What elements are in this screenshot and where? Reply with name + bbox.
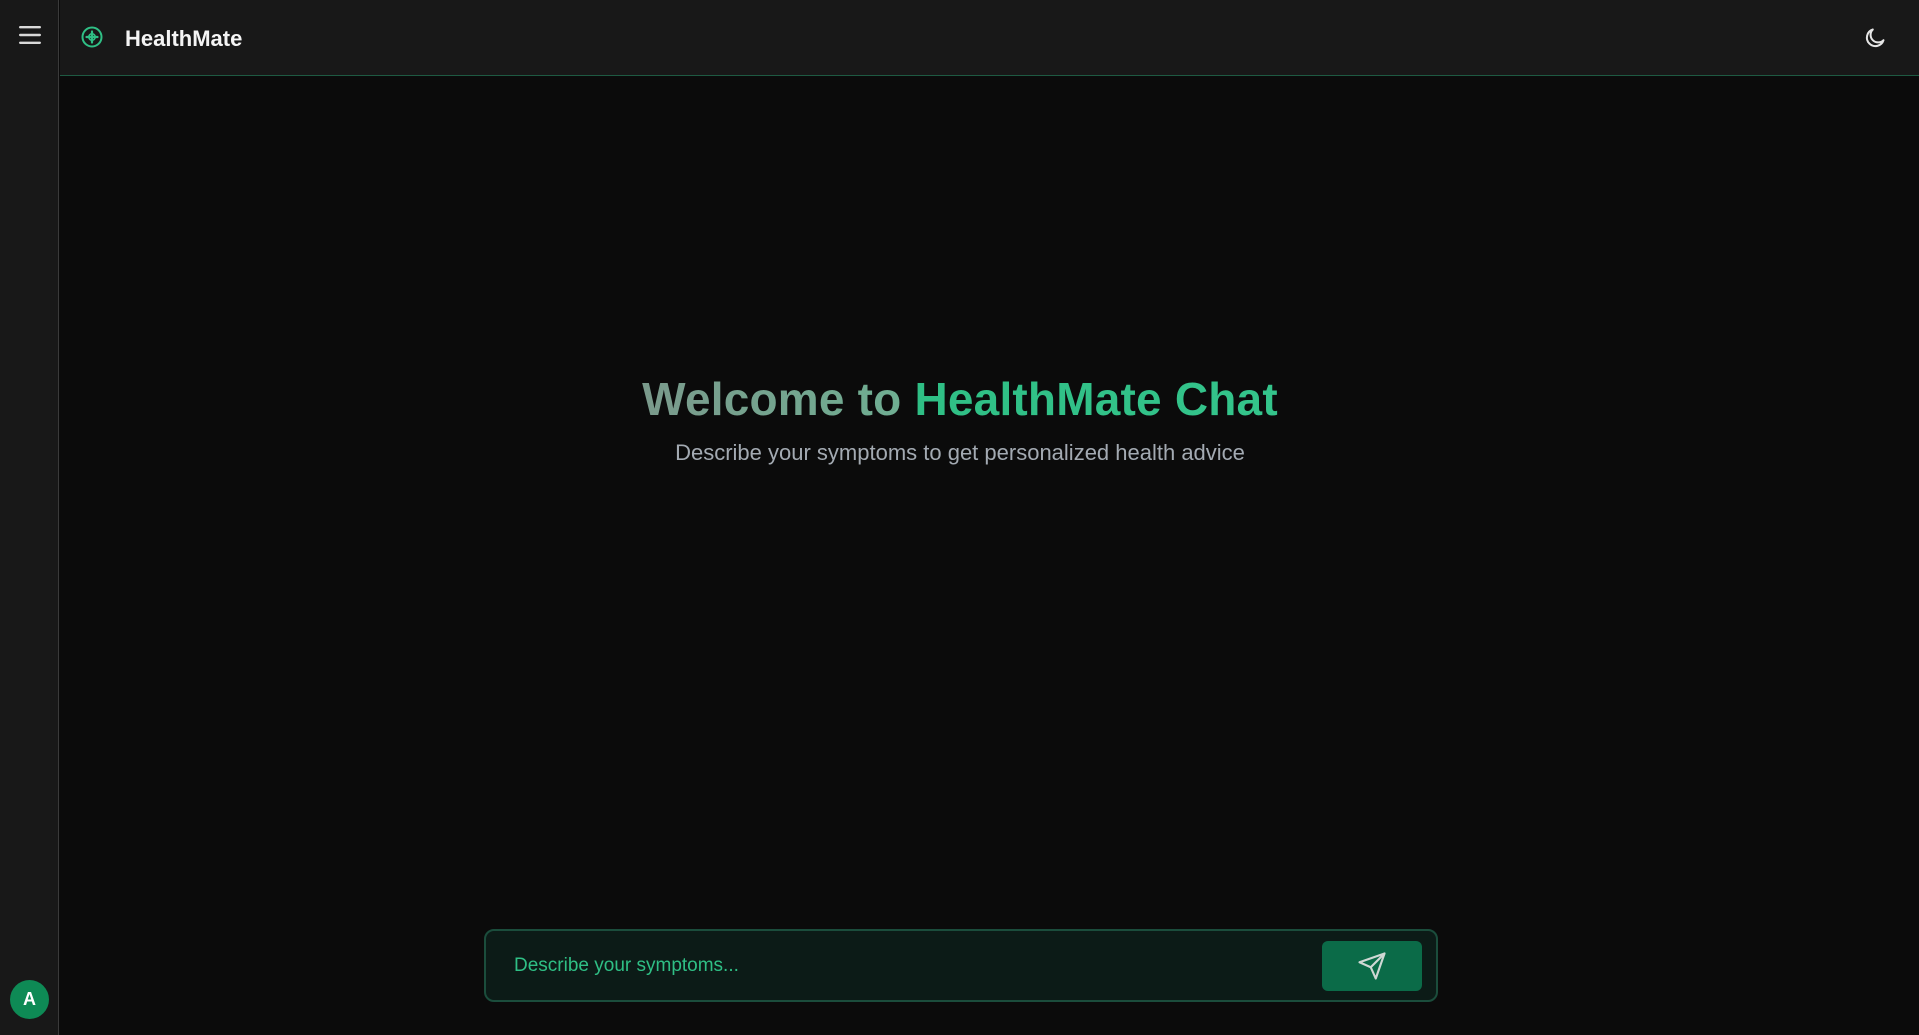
top-header: HealthMate	[60, 0, 1919, 76]
welcome-section: Welcome to HealthMate Chat Describe your…	[60, 372, 1860, 466]
user-avatar[interactable]: A	[10, 980, 49, 1019]
symptoms-input[interactable]	[500, 941, 1280, 991]
send-button[interactable]	[1322, 941, 1422, 991]
sidebar: A	[0, 0, 59, 1035]
hamburger-menu-icon	[19, 26, 41, 44]
paper-plane-send-icon	[1358, 952, 1386, 980]
app-root: A HealthMate Welcome to HealthMate Chat …	[0, 0, 1919, 1035]
avatar-initial: A	[23, 989, 36, 1009]
theme-toggle-button[interactable]	[1861, 24, 1889, 52]
chat-input-container	[484, 929, 1438, 1002]
moon-icon	[1865, 28, 1885, 48]
medical-plus-icon	[80, 25, 104, 49]
welcome-title-brand: HealthMate Chat	[914, 373, 1278, 425]
welcome-subtitle: Describe your symptoms to get personaliz…	[675, 440, 1245, 465]
menu-button[interactable]	[14, 22, 46, 48]
welcome-title-prefix: Welcome to	[642, 373, 902, 425]
welcome-title: Welcome to HealthMate Chat	[642, 372, 1278, 426]
app-title: HealthMate	[125, 26, 243, 51]
